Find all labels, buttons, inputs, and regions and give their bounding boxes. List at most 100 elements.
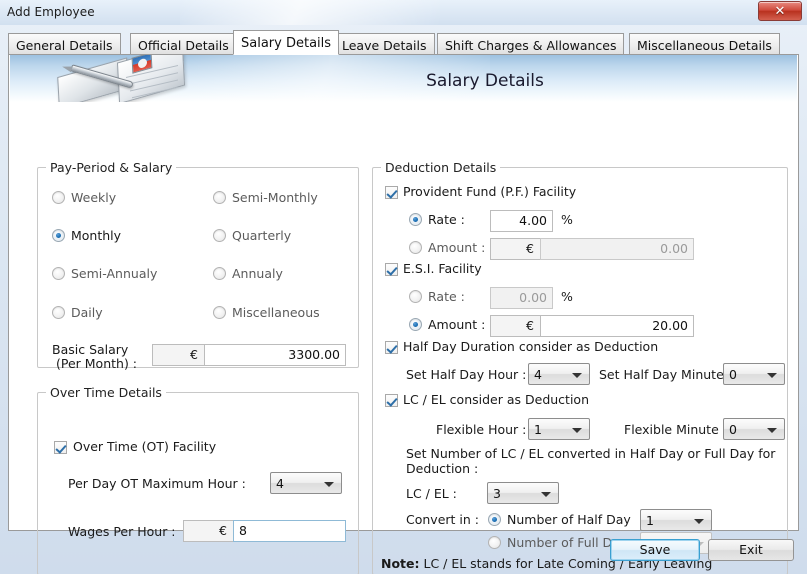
radio-semi-monthly-label: Semi-Monthly: [232, 190, 318, 205]
number-of-half-day-value: 1: [646, 513, 654, 528]
tab-miscellaneous-details[interactable]: Miscellaneous Details: [629, 33, 780, 55]
checkbox-lcel-deduction[interactable]: [385, 394, 398, 407]
page-title: Salary Details: [426, 71, 544, 91]
half-day-deduction-label: Half Day Duration consider as Deduction: [403, 339, 659, 354]
radio-semi-annualy-label: Semi-Annualy: [71, 266, 158, 281]
radio-quarterly-label: Quarterly: [232, 228, 292, 243]
lcel-count-label: LC / EL :: [406, 486, 457, 501]
per-day-ot-max-hour-value: 4: [276, 476, 284, 491]
pf-rate-label: Rate :: [428, 212, 465, 227]
window-title-bar: Add Employee ✕: [0, 0, 807, 25]
close-window-button[interactable]: ✕: [758, 1, 802, 21]
basic-salary-input[interactable]: 3300.00: [204, 344, 346, 366]
esi-rate-label: Rate :: [428, 289, 465, 304]
titlebar-glint: [180, 0, 440, 25]
notepad-pen-icon: [56, 55, 186, 102]
flexible-minute-value: 0: [729, 422, 737, 437]
number-of-half-day-label: Number of Half Day: [507, 512, 631, 527]
save-button[interactable]: Save: [610, 539, 700, 561]
per-day-ot-max-hour-label: Per Day OT Maximum Hour :: [68, 476, 246, 491]
pf-amount-currency: €: [490, 238, 540, 260]
radio-monthly[interactable]: [52, 229, 65, 242]
number-of-half-day-select[interactable]: 1: [640, 509, 712, 531]
radio-miscellaneous-label: Miscellaneous: [232, 305, 320, 320]
radio-esi-amount[interactable]: [409, 318, 422, 331]
set-half-day-hour-select[interactable]: 4: [528, 363, 590, 385]
radio-semi-monthly[interactable]: [213, 191, 226, 204]
chevron-down-icon: [572, 428, 582, 433]
radio-monthly-label: Monthly: [71, 228, 122, 243]
provident-fund-facility-label: Provident Fund (P.F.) Facility: [403, 184, 577, 199]
tab-strip: General Details Official Details Salary …: [8, 30, 799, 55]
chevron-down-icon: [767, 373, 777, 378]
window-title: Add Employee: [7, 5, 95, 19]
set-half-day-minute-value: 0: [729, 367, 737, 382]
set-half-day-hour-label: Set Half Day Hour :: [406, 367, 527, 382]
convert-in-label: Convert in :: [406, 512, 479, 527]
tab-leave-details[interactable]: Leave Details: [334, 33, 435, 55]
radio-weekly-label: Weekly: [71, 190, 117, 205]
tab-general-details[interactable]: General Details: [8, 33, 121, 55]
set-half-day-minute-label: Set Half Day Minute :: [599, 367, 732, 382]
lcel-count-value: 3: [493, 486, 501, 501]
pay-period-salary-group: Pay-Period & Salary Weekly Semi-Monthly …: [37, 160, 359, 371]
esi-amount-label: Amount :: [428, 317, 486, 332]
flexible-hour-select[interactable]: 1: [528, 418, 590, 440]
lcel-instruction-line2: Deduction :: [406, 461, 479, 476]
radio-miscellaneous[interactable]: [213, 306, 226, 319]
checkbox-half-day-deduction[interactable]: [385, 341, 398, 354]
page-banner: Salary Details: [10, 55, 797, 102]
esi-facility-label: E.S.I. Facility: [403, 261, 482, 276]
pf-rate-percent: %: [561, 212, 573, 227]
tab-official-details[interactable]: Official Details: [130, 33, 237, 55]
salary-details-page: Salary Details Pay-Period & Salary Weekl…: [8, 54, 799, 574]
radio-number-of-half-day[interactable]: [488, 513, 501, 526]
radio-pf-rate[interactable]: [409, 213, 422, 226]
flexible-hour-value: 1: [534, 422, 542, 437]
radio-semi-annualy[interactable]: [52, 267, 65, 280]
radio-esi-rate[interactable]: [409, 290, 422, 303]
esi-amount-currency: €: [490, 315, 540, 337]
set-half-day-minute-select[interactable]: 0: [723, 363, 785, 385]
lcel-deduction-label: LC / EL consider as Deduction: [403, 392, 589, 407]
over-time-legend: Over Time Details: [46, 385, 166, 400]
chevron-down-icon: [572, 373, 582, 378]
pf-amount-input[interactable]: 0.00: [540, 238, 694, 260]
chevron-down-icon: [541, 492, 551, 497]
footer-bar: Save Exit: [0, 531, 807, 574]
over-time-facility-label: Over Time (OT) Facility: [73, 439, 217, 454]
pf-rate-input[interactable]: 4.00: [490, 210, 553, 232]
tab-salary-details[interactable]: Salary Details: [233, 30, 340, 55]
chevron-down-icon: [767, 428, 777, 433]
esi-amount-input[interactable]: 20.00: [540, 315, 694, 337]
checkbox-provident-fund-facility[interactable]: [385, 186, 398, 199]
set-half-day-hour-value: 4: [534, 367, 542, 382]
checkbox-over-time-facility[interactable]: [54, 441, 67, 454]
radio-weekly[interactable]: [52, 191, 65, 204]
radio-quarterly[interactable]: [213, 229, 226, 242]
pay-period-legend: Pay-Period & Salary: [46, 160, 177, 175]
basic-salary-label-line1: Basic Salary: [52, 342, 129, 357]
radio-daily[interactable]: [52, 306, 65, 319]
deduction-details-group: Deduction Details Provident Fund (P.F.) …: [372, 160, 788, 574]
lcel-count-select[interactable]: 3: [487, 482, 559, 504]
basic-salary-currency: €: [152, 344, 204, 366]
exit-button[interactable]: Exit: [708, 539, 794, 561]
pf-amount-label: Amount :: [428, 240, 486, 255]
checkbox-esi-facility[interactable]: [385, 263, 398, 276]
radio-pf-amount[interactable]: [409, 241, 422, 254]
chevron-down-icon: [324, 482, 334, 487]
radio-annualy[interactable]: [213, 267, 226, 280]
close-icon: ✕: [774, 4, 786, 19]
flexible-minute-select[interactable]: 0: [723, 418, 785, 440]
esi-rate-percent: %: [561, 289, 573, 304]
flexible-hour-label: Flexible Hour :: [436, 422, 527, 437]
flexible-minute-label: Flexible Minute :: [624, 422, 727, 437]
esi-rate-input[interactable]: 0.00: [490, 287, 553, 309]
per-day-ot-max-hour-select[interactable]: 4: [270, 472, 342, 494]
chevron-down-icon: [694, 519, 704, 524]
radio-annualy-label: Annualy: [232, 266, 283, 281]
lcel-instruction-line1: Set Number of LC / EL converted in Half …: [406, 446, 776, 461]
tab-shift-charges[interactable]: Shift Charges & Allowances: [437, 33, 625, 55]
basic-salary-label-line2: (Per Month) :: [56, 356, 138, 371]
